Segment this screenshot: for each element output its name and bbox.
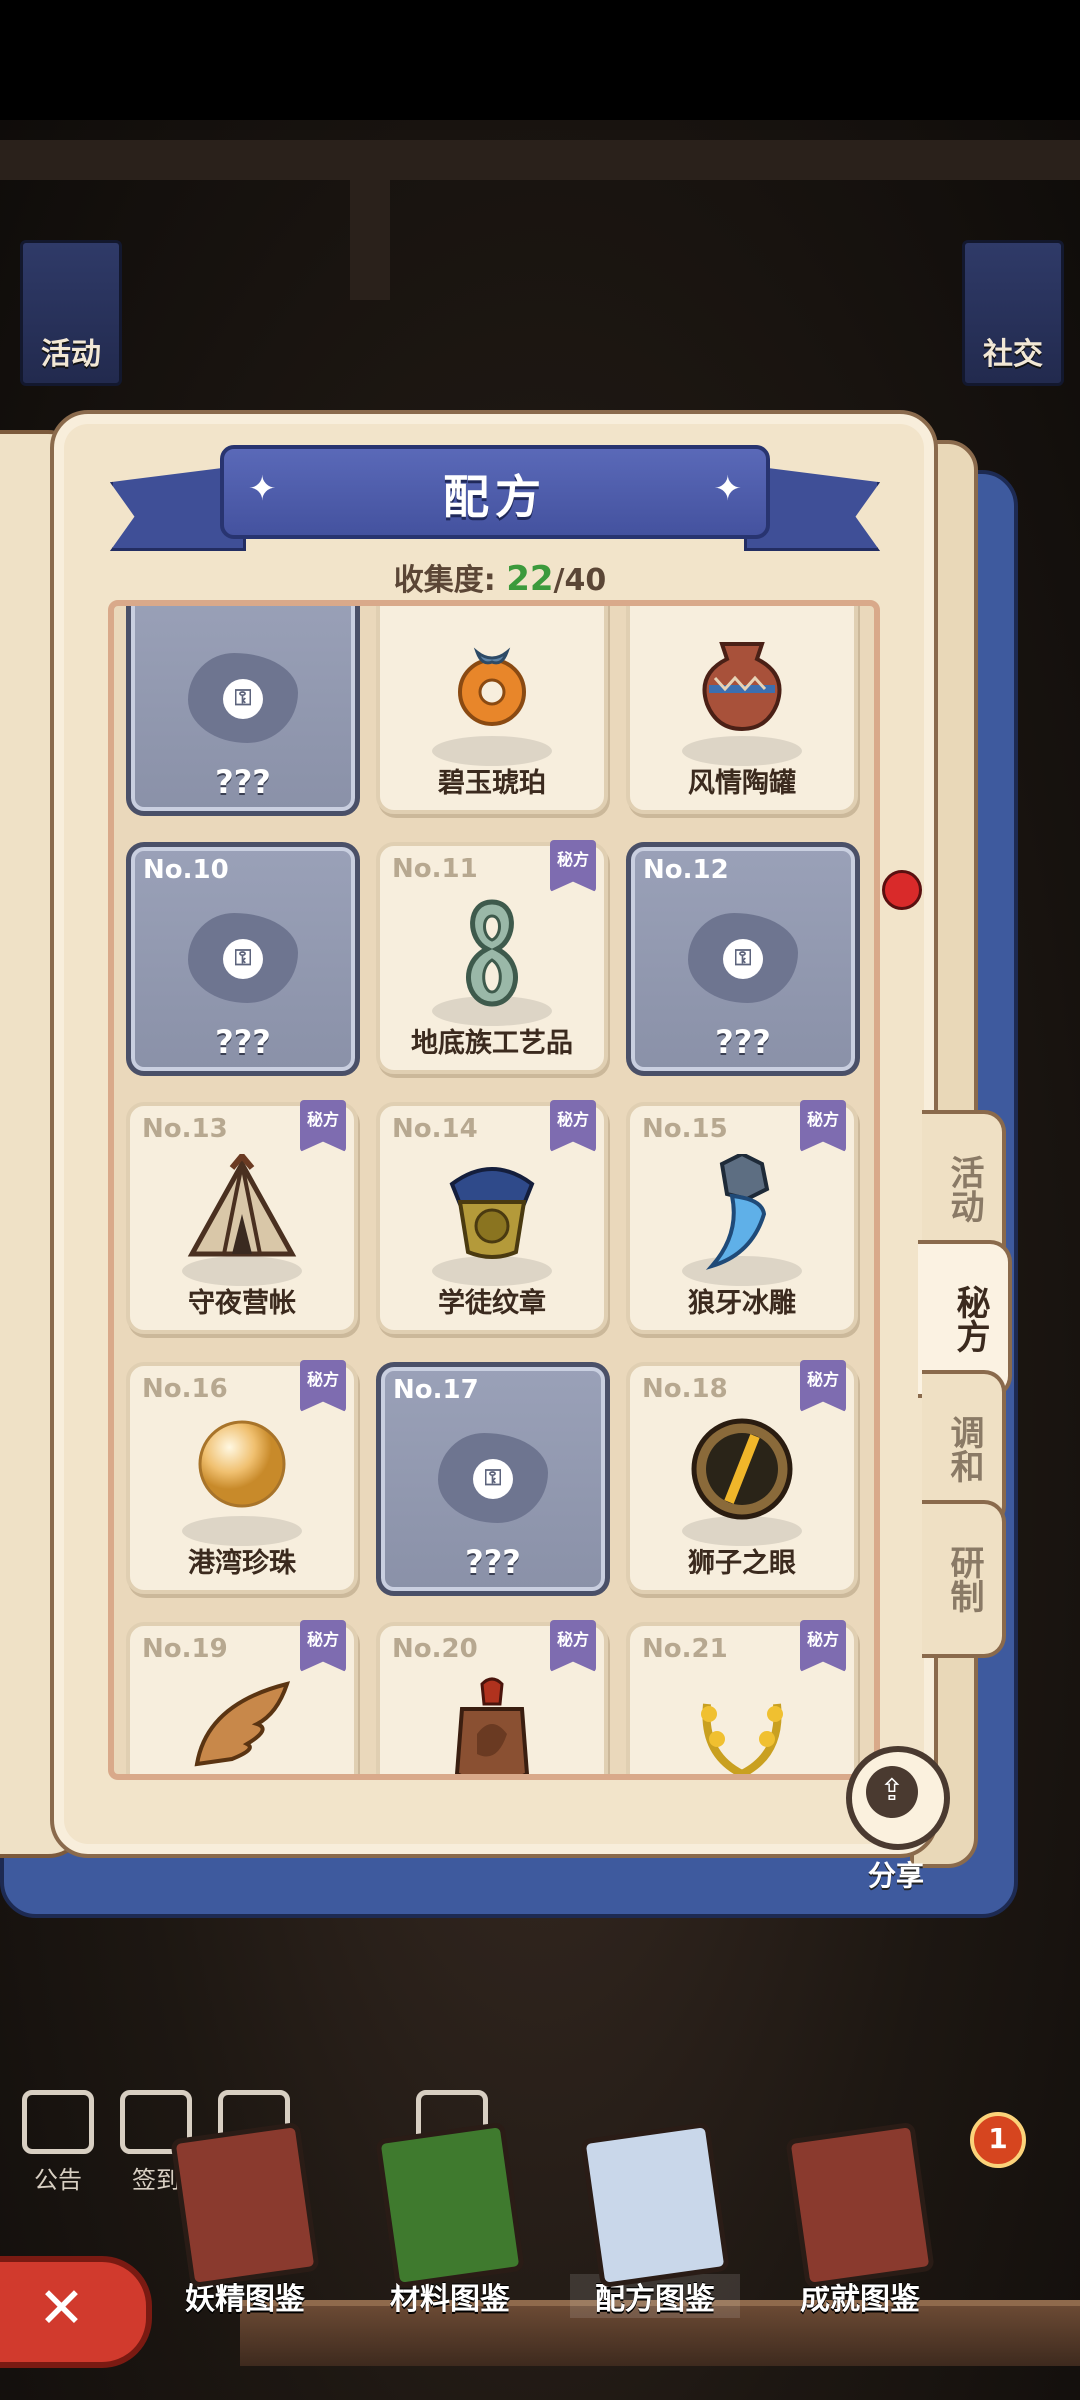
recipe-name: ??? <box>215 763 271 801</box>
recipe-number: No.19 <box>142 1634 228 1664</box>
activity-side-banner[interactable]: 活动 <box>20 240 122 386</box>
recipe-number: No.12 <box>643 855 729 885</box>
recipe-card[interactable]: No.19 秘方 <box>126 1620 358 1774</box>
laurel-icon <box>687 1674 797 1774</box>
recipe-number: No.21 <box>642 1634 728 1664</box>
recipe-name: ??? <box>715 1023 771 1061</box>
recipe-card[interactable]: No.18 秘方狮子之眼 <box>626 1360 858 1594</box>
collection-progress: 收集度: 22/40 <box>0 555 1000 599</box>
recipe-card[interactable]: No.16 秘方港湾珍珠 <box>126 1360 358 1594</box>
tab-research[interactable]: 研制 <box>922 1500 1006 1658</box>
secret-recipe-tag: 秘方 <box>300 1100 346 1152</box>
banner-flag-icon: 社交 <box>962 240 1064 386</box>
recipe-number: No.20 <box>392 1634 478 1664</box>
recipe-name: 风情陶罐 <box>688 768 796 799</box>
recipe-number: No.10 <box>143 855 229 885</box>
amulet-icon <box>442 1674 542 1774</box>
collection-current: 22 <box>506 559 554 599</box>
recipe-card[interactable]: No.21 秘方 <box>626 1620 858 1774</box>
title-ribbon: ✦ ✦ 配方 <box>110 445 880 555</box>
wolf-fang-icon <box>692 1151 792 1278</box>
share-icon: ⇪ <box>846 1746 950 1850</box>
share-label: 分享 <box>867 1859 924 1892</box>
fairy-codex-tab[interactable]: 妖精图鉴 <box>160 2121 330 2318</box>
secret-recipe-tag: 秘方 <box>300 1620 346 1672</box>
secret-recipe-tag: 秘方 <box>300 1360 346 1412</box>
close-button[interactable]: ✕ <box>0 2256 152 2368</box>
share-button[interactable]: ⇪ 分享 <box>846 1746 950 1894</box>
page-title: 配方 <box>443 470 547 524</box>
recipe-number: No.14 <box>392 1114 478 1144</box>
amber-ring-icon <box>442 634 542 738</box>
book-icon <box>580 2121 730 2289</box>
recipe-name: 地底族工艺品 <box>411 1028 573 1059</box>
recipe-card[interactable]: No.20 秘方 <box>376 1620 608 1774</box>
recipe-card-locked[interactable]: No.12 ⚿??? <box>626 842 860 1076</box>
recipe-number: No.13 <box>142 1114 228 1144</box>
banner-flag-icon: 活动 <box>20 240 122 386</box>
secret-recipe-tag: 秘方 <box>550 840 596 892</box>
notice-label: 公告 <box>34 2166 82 2194</box>
recipe-card[interactable]: No.13 秘方守夜营帐 <box>126 1100 358 1334</box>
recipe-card-locked[interactable]: No.10 ⚿??? <box>126 842 360 1076</box>
lock-icon: ⚿ <box>223 679 263 719</box>
social-banner-label: 社交 <box>983 337 1043 372</box>
wing-icon <box>187 1674 297 1774</box>
recipe-number: No.15 <box>642 1114 728 1144</box>
recipe-number: No.16 <box>142 1374 228 1404</box>
recipe-name: ??? <box>465 1543 521 1581</box>
recipe-name: 学徒纹章 <box>438 1288 546 1319</box>
secret-recipe-tag: 秘方 <box>800 1360 846 1412</box>
book-icon <box>785 2121 935 2289</box>
recipe-number: No.17 <box>393 1375 479 1405</box>
achievement-badge: 1 <box>970 2112 1026 2168</box>
book-icon <box>170 2121 320 2289</box>
jade-craft-icon <box>447 894 537 1018</box>
lion-eye-icon <box>687 1414 797 1528</box>
close-icon: ✕ <box>38 2276 85 2341</box>
secret-recipe-tag: 秘方 <box>800 1620 846 1672</box>
recipe-number: No.11 <box>392 854 478 884</box>
pearl-icon <box>192 1414 292 1518</box>
secret-recipe-tag: 秘方 <box>800 1100 846 1152</box>
recipe-name: 守夜营帐 <box>188 1288 296 1319</box>
lock-icon: ⚿ <box>473 1459 513 1499</box>
recipe-name: ??? <box>215 1023 271 1061</box>
recipe-codex-tab[interactable]: 配方图鉴 <box>570 2121 740 2318</box>
secret-recipe-tag: 秘方 <box>550 1620 596 1672</box>
material-codex-tab[interactable]: 材料图鉴 <box>365 2121 535 2318</box>
notice-button[interactable]: 公告 <box>18 2090 98 2195</box>
secret-recipe-tag: 秘方 <box>550 1100 596 1152</box>
recipe-card[interactable]: No.15 秘方狼牙冰雕 <box>626 1100 858 1334</box>
recipe-name: 碧玉琥珀 <box>438 768 546 799</box>
recipe-name: 狼牙冰雕 <box>688 1288 796 1319</box>
book-icon <box>375 2121 525 2289</box>
emblem-icon <box>432 1154 552 1268</box>
ladybug-icon <box>882 870 922 910</box>
lock-icon: ⚿ <box>223 939 263 979</box>
social-side-banner[interactable]: 社交 <box>962 240 1064 386</box>
collection-label: 收集度: <box>393 563 496 598</box>
recipe-card[interactable]: No.11 秘方地底族工艺品 <box>376 840 608 1074</box>
tent-icon <box>182 1151 302 1268</box>
recipe-card[interactable]: 碧玉琥珀 <box>376 606 608 814</box>
recipe-name: 狮子之眼 <box>688 1548 796 1579</box>
recipe-card[interactable]: 风情陶罐 <box>626 606 858 814</box>
recipe-card[interactable]: No.14 秘方学徒纹章 <box>376 1100 608 1334</box>
notice-icon <box>22 2090 94 2154</box>
recipe-card-locked[interactable]: ⚿??? <box>126 606 360 816</box>
recipe-card-locked[interactable]: No.17 ⚿??? <box>376 1362 610 1596</box>
clay-pot-icon <box>687 634 797 738</box>
collection-total: /40 <box>553 563 607 598</box>
status-bar <box>0 0 1080 120</box>
activity-banner-label: 活动 <box>41 337 101 372</box>
achievement-codex-tab[interactable]: 成就图鉴 <box>775 2121 945 2318</box>
lock-icon: ⚿ <box>723 939 763 979</box>
recipe-number: No.18 <box>642 1374 728 1404</box>
recipe-name: 港湾珍珠 <box>188 1548 296 1579</box>
recipe-grid[interactable]: ⚿??? 碧玉琥珀 风情陶罐 No.10 ⚿??? No.11 秘方 地底族工艺品 No.12 ⚿… <box>108 600 880 1780</box>
